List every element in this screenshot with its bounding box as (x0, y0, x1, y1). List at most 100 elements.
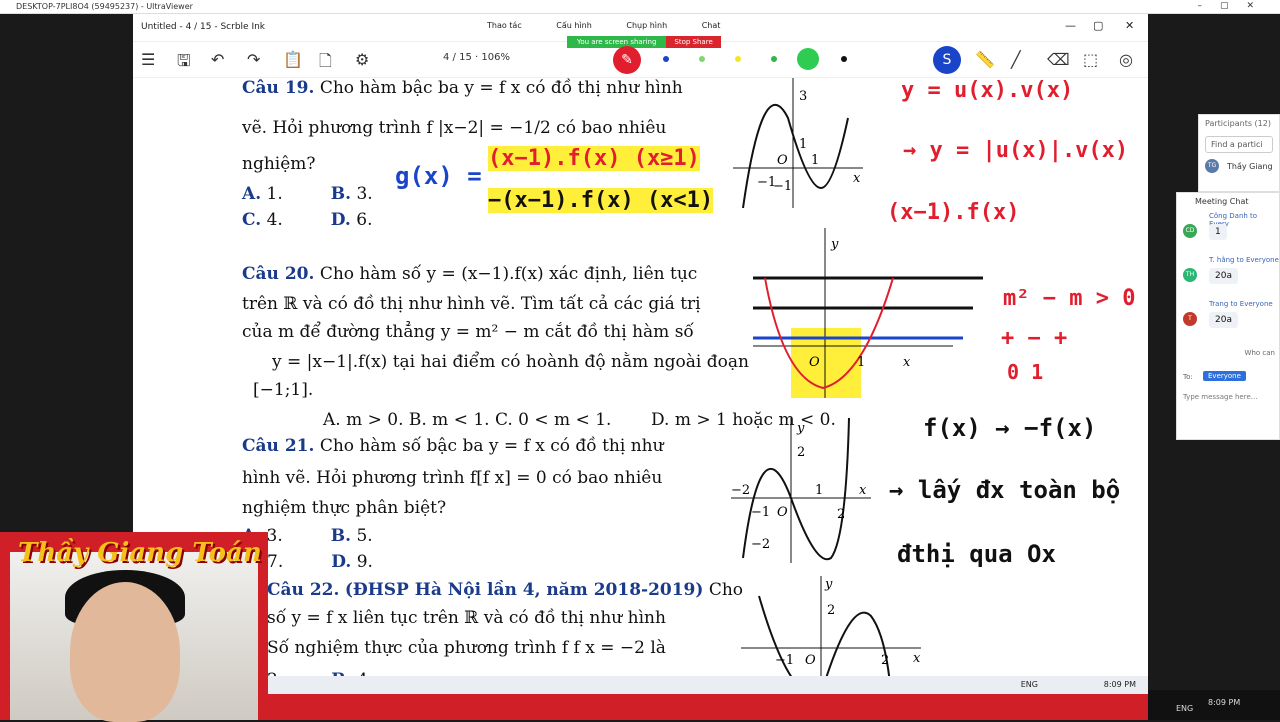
webcam-overlay: Thầy Giang Toán (0, 532, 268, 722)
q20-text1: Cho hàm số y = (x−1).f(x) xác định, liên… (319, 264, 698, 284)
green-color-swatch[interactable] (771, 56, 777, 62)
g4-label-x2: 2 (881, 653, 889, 668)
q19-d-label: D. (330, 210, 351, 230)
q22-line3: Số nghiệm thực của phương trình f f x = … (267, 638, 666, 658)
settings-sliders-icon[interactable]: ⚙ (355, 50, 369, 69)
ink-case1: (x−1).f(x) (x≥1) (488, 146, 700, 171)
chat-text: 20a (1209, 268, 1238, 284)
g1-label-o: O (777, 153, 788, 168)
yellow-color-swatch[interactable] (735, 56, 741, 62)
presenter-face (70, 582, 180, 722)
chat-message: TH T. hằng to Everyone 20a (1177, 256, 1279, 300)
q20-header: Câu 20. (242, 264, 315, 284)
g1-label-y3: 3 (799, 89, 807, 104)
participant-row[interactable]: TG Thầy Giang (1205, 159, 1273, 175)
g1-label-ym1: −1 (773, 179, 792, 194)
chat-message: CD Công Danh to Every 1 (1177, 212, 1279, 256)
participants-search[interactable]: Find a partici (1205, 136, 1273, 153)
chat-message-input[interactable]: Type message here... (1183, 393, 1257, 401)
ink-signs: + − + (1001, 326, 1068, 351)
remote-taskbar: ENG 8:09 PM (133, 676, 1148, 694)
q22-line1: Câu 22. (ĐHSP Hà Nội lần 4, năm 2018-201… (267, 580, 743, 600)
q21-options-cd: 7. D. 9. (267, 552, 373, 572)
share-item-settings[interactable]: Cấu hình (550, 18, 598, 33)
chat-avatar: TH (1183, 268, 1197, 282)
g4-label-y2: 2 (827, 603, 835, 618)
q22-line2: số y = f x liên tục trên ℝ và có đồ thị … (267, 608, 666, 628)
ink-note1: → lấy đx toàn bộ (889, 476, 1121, 504)
q21-line1: Câu 21. Cho hàm số bậc ba y = f x có đồ … (242, 436, 664, 456)
host-system-tray: 8:09 PM ENG (1148, 690, 1280, 720)
page-icon[interactable]: 🗋 (319, 50, 332, 77)
pen-tool-icon[interactable]: ✎ (613, 46, 641, 74)
g4-label-y: y (824, 577, 833, 592)
q20-graph: y O 1 x (753, 228, 983, 398)
scrble-ink-window: Untitled - 4 / 15 - Scrble Ink Thao tác … (133, 14, 1148, 694)
q19-c-label: C. (242, 210, 262, 230)
maximize-icon[interactable]: ▢ (1093, 19, 1103, 32)
page-number: 4 / 15 (443, 52, 472, 63)
ruler-icon[interactable]: 📏 (975, 50, 995, 69)
chat-text: 1 (1209, 224, 1227, 240)
share-item-actions[interactable]: Thao tác (481, 18, 528, 33)
q21-a-value: 3. (266, 526, 283, 546)
q19-line2: vẽ. Hỏi phương trình f |x−2| = −1/2 có b… (242, 118, 667, 138)
g4-label-xm1: −1 (775, 653, 794, 668)
minimize-icon[interactable]: — (1065, 19, 1076, 32)
g1-label-y1: 1 (799, 137, 807, 152)
q21-text1: Cho hàm số bậc ba y = f x có đồ thị như (319, 436, 664, 456)
participant-name: Thầy Giang (1227, 162, 1273, 171)
q20-options: A. m > 0. B. m < 1. C. 0 < m < 1. (323, 410, 612, 430)
ink-top-right: y = u(x).v(x) (901, 78, 1074, 103)
ink-g-def: g(x) = (395, 162, 482, 190)
participants-title: Participants (12) (1205, 119, 1271, 128)
q19-header: Câu 19. (242, 78, 315, 98)
share-item-screenshot[interactable]: Chụp hình (620, 18, 673, 33)
select-tool-icon[interactable]: ⬚ (1083, 50, 1098, 69)
g2-label-y: y (830, 237, 839, 252)
meeting-chat-panel: Meeting Chat CD Công Danh to Every 1 TH … (1176, 192, 1280, 440)
document-canvas[interactable]: Câu 19. Cho hàm bậc ba y = f x có đồ thị… (133, 78, 1148, 694)
taskbar-lang: ENG (1020, 680, 1038, 689)
chat-to-dropdown[interactable]: Everyone (1203, 371, 1246, 381)
viewer-window-controls[interactable]: –▢✕ (1197, 1, 1272, 11)
line-tool-icon[interactable]: ╱ (1011, 50, 1021, 69)
selected-color-swatch[interactable] (797, 48, 819, 70)
menu-icon[interactable]: ☰ (141, 50, 155, 69)
viewer-title: DESKTOP-7PLI8O4 (59495237) - UltraViewer (16, 2, 193, 11)
g3-label-x1: 1 (815, 483, 823, 498)
ink-case2: −(x−1).f(x) (x<1) (488, 188, 714, 213)
chat-avatar: CD (1183, 224, 1197, 238)
g3-label-x2: 2 (837, 507, 845, 522)
clipboard-icon[interactable]: 📋 (283, 50, 303, 69)
q21-b-value: 5. (356, 526, 373, 546)
chat-who-can[interactable]: Who can (1245, 349, 1275, 357)
q22-source: (ĐHSP Hà Nội lần 4, năm 2018-2019) (344, 580, 704, 600)
g4-label-x: x (913, 651, 921, 666)
q22-header: Câu 22. (267, 580, 340, 600)
close-icon[interactable]: ✕ (1125, 19, 1134, 32)
g1-label-x1: 1 (811, 153, 819, 168)
presentation-icon[interactable]: ◎ (1119, 50, 1133, 69)
g3-label-o: O (777, 505, 788, 520)
q21-graph: 2 y −2 −1 O 1 2 −2 x (731, 418, 871, 563)
q19-b-label: B. (330, 184, 352, 204)
ink-factor: (x−1).f(x) (887, 200, 1020, 225)
q19-c-value: 4. (266, 210, 283, 230)
chat-message: T Trang to Everyone 20a (1177, 300, 1279, 344)
q19-line1: Câu 19. Cho hàm bậc ba y = f x có đồ thị… (242, 78, 683, 98)
q21-b-label: B. (330, 526, 352, 546)
redo-icon[interactable]: ↷ (247, 50, 260, 69)
share-item-chat[interactable]: Chat (696, 18, 727, 33)
s-pen-icon[interactable]: S (933, 46, 961, 74)
g1-curve (742, 104, 849, 208)
lightgreen-color-swatch[interactable] (699, 56, 705, 62)
black-color-swatch[interactable] (841, 56, 847, 62)
save-icon[interactable]: 🖫 (177, 50, 191, 77)
chat-avatar: T (1183, 312, 1197, 326)
blue-color-swatch[interactable] (663, 56, 669, 62)
eraser-icon[interactable]: ⌫ (1047, 50, 1070, 69)
undo-icon[interactable]: ↶ (211, 50, 224, 69)
ink-condition: m² − m > 0 (1003, 286, 1136, 311)
app-title: Untitled - 4 / 15 - Scrble Ink (141, 22, 266, 32)
